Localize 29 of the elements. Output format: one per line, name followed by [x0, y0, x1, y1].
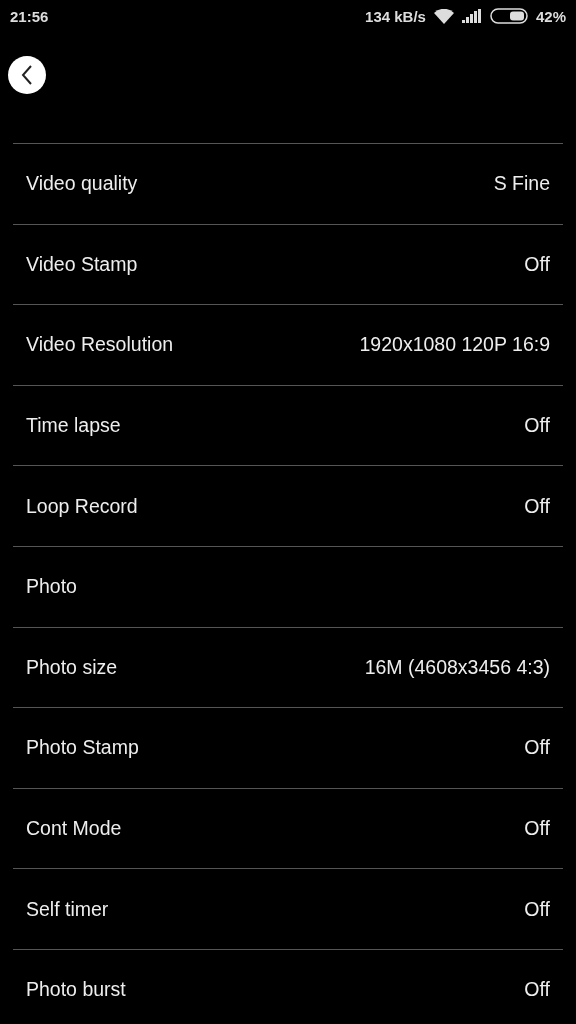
setting-value: Off — [524, 817, 550, 841]
setting-value: Off — [524, 736, 550, 760]
setting-label[interactable]: Time lapse — [26, 414, 121, 438]
setting-value: Off — [524, 414, 550, 438]
battery-percent: 42% — [535, 7, 566, 25]
setting-label[interactable]: Photo burst — [26, 978, 126, 1002]
setting-value: 1920x1080 120P 16:9 — [359, 333, 550, 357]
battery-icon — [489, 8, 528, 24]
setting-label[interactable]: Photo size — [26, 655, 118, 679]
setting-value: Off — [524, 252, 550, 276]
setting-value: Off — [524, 494, 550, 518]
back-icon — [20, 64, 34, 86]
setting-value: Off — [524, 897, 550, 921]
setting-label[interactable]: Loop Record — [26, 494, 138, 518]
network-speed: 134 kB/s — [365, 7, 426, 25]
setting-label[interactable]: Photo — [26, 575, 77, 599]
back-button[interactable] — [8, 56, 46, 94]
setting-label[interactable]: Video quality — [26, 172, 138, 196]
signal-icon — [461, 9, 482, 23]
setting-label[interactable]: Cont Mode — [26, 817, 122, 841]
setting-value: 16M (4608x3456 4:3) — [364, 655, 550, 679]
setting-label[interactable]: Self timer — [26, 897, 109, 921]
setting-value: S Fine — [493, 172, 550, 196]
wifi-icon — [433, 8, 454, 24]
setting-label[interactable]: Photo Stamp — [26, 736, 139, 760]
setting-label[interactable]: Video Resolution — [26, 333, 174, 357]
setting-label[interactable]: Video Stamp — [26, 252, 138, 276]
status-time: 21:56 — [10, 7, 49, 25]
setting-value: Off — [524, 978, 550, 1002]
